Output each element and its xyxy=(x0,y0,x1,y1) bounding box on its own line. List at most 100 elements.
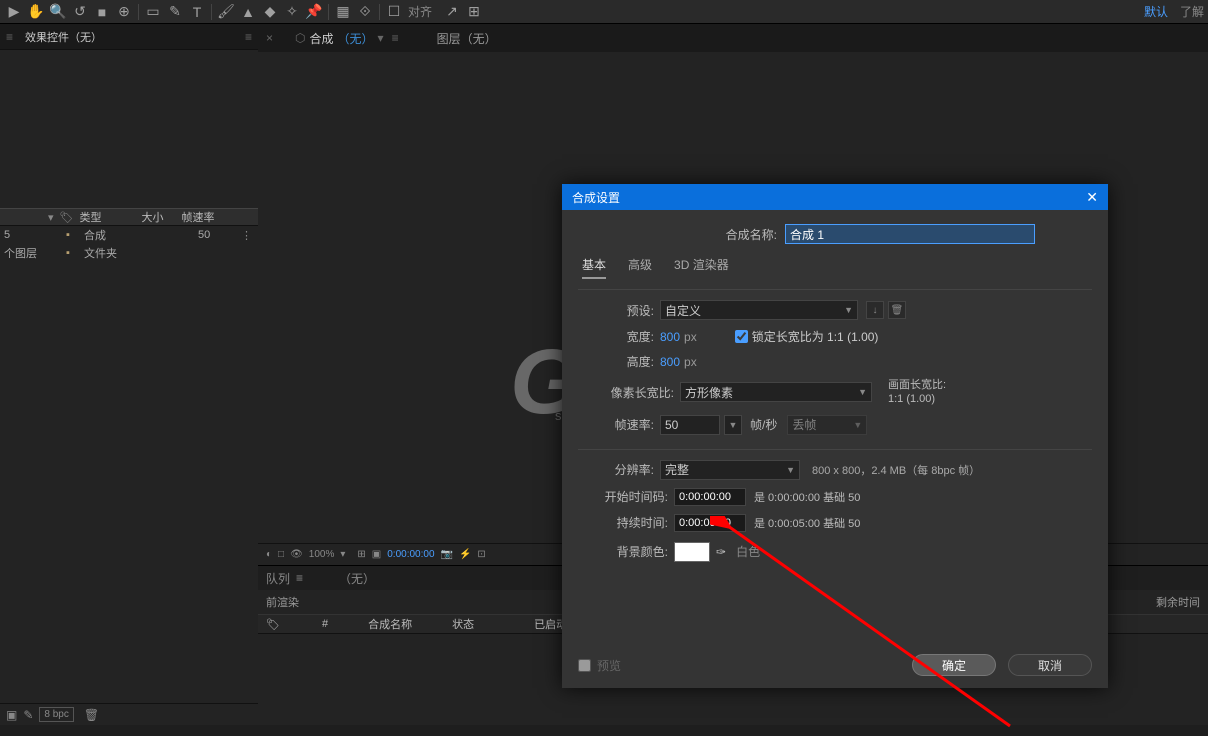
preview-checkbox-input[interactable] xyxy=(578,659,591,672)
dropdown-icon[interactable]: ▾ xyxy=(340,549,345,560)
project-row[interactable]: 5 ▪ 合成 50 ⋮ xyxy=(0,226,258,244)
bg-color-swatch[interactable] xyxy=(674,542,710,562)
rq-col-hash[interactable]: # xyxy=(322,618,328,630)
zoom-value[interactable]: 100% xyxy=(309,549,335,560)
cancel-button[interactable]: 取消 xyxy=(1008,654,1092,676)
framerate-dropdown[interactable]: 50 xyxy=(660,415,720,435)
project-footer: ▣ ✎ 8 bpc 🗑 xyxy=(0,703,258,725)
tab-3d-renderer[interactable]: 3D 渲染器 xyxy=(674,256,729,279)
footer-icon[interactable]: ⊞ xyxy=(357,549,365,560)
comp-tab-none: （无） xyxy=(338,30,374,47)
footer-icon[interactable]: 👁 xyxy=(290,549,303,560)
tab-basic[interactable]: 基本 xyxy=(582,256,606,279)
eraser-tool-icon[interactable]: ◆ xyxy=(260,2,280,22)
puppet-tool-icon[interactable]: 📌 xyxy=(304,2,324,22)
bg-color-label: 背景颜色: xyxy=(578,543,668,560)
row-type: 文件夹 xyxy=(84,245,117,261)
rq-none: （无） xyxy=(339,570,375,587)
preset-dropdown[interactable]: 自定义 ▼ xyxy=(660,300,858,320)
eyedropper-icon[interactable]: ✑ xyxy=(716,545,726,559)
hand-tool-icon[interactable]: ✋ xyxy=(26,2,46,22)
tag-column-icon[interactable]: 🏷 xyxy=(60,211,74,224)
trash-icon[interactable]: 🗑 xyxy=(84,708,99,722)
footer-icon[interactable]: ⚡ xyxy=(459,549,471,560)
project-row[interactable]: 个图层 ▪ 文件夹 xyxy=(0,244,258,262)
effect-controls-tab[interactable]: 效果控件（无） xyxy=(21,27,106,47)
pan-behind-tool-icon[interactable]: ⊕ xyxy=(114,2,134,22)
dropdown-icon[interactable]: ▾ xyxy=(378,31,384,45)
rect-tool-icon[interactable]: ▭ xyxy=(143,2,163,22)
comp-name-input[interactable] xyxy=(785,224,1035,244)
comp-name-label: 合成名称: xyxy=(635,226,777,243)
layer-tab[interactable]: 图层（无） xyxy=(437,30,497,47)
rq-current-render: 前渲染 xyxy=(266,594,299,610)
bpc-indicator[interactable]: 8 bpc xyxy=(39,707,73,722)
width-value[interactable]: 800 xyxy=(660,330,680,344)
preview-checkbox[interactable]: 预览 xyxy=(578,657,621,674)
row-fps: 50 xyxy=(198,229,210,241)
composition-tab[interactable]: ⬡ 合成 （无） ▾ ≡ xyxy=(295,30,399,47)
par-label: 像素长宽比: xyxy=(578,384,674,401)
rq-col-tag[interactable]: 🏷 xyxy=(266,618,282,631)
rq-tab[interactable]: 队列 xyxy=(266,570,290,587)
start-timecode-input[interactable]: 0:00:00:00 xyxy=(674,488,746,506)
panel-menu-icon[interactable]: ≡ xyxy=(6,30,13,44)
lock-aspect-checkbox[interactable]: 锁定长宽比为 1:1 (1.00) xyxy=(735,328,879,345)
dropframe-dropdown[interactable]: 丢帧 ▼ xyxy=(787,415,867,435)
align-label: 对齐 xyxy=(408,3,432,20)
footer-icon[interactable]: ✎ xyxy=(23,708,33,722)
separator xyxy=(379,4,380,20)
resolution-dropdown[interactable]: 完整 ▼ xyxy=(660,460,800,480)
fps-value: 50 xyxy=(665,418,678,432)
lock-aspect-input[interactable] xyxy=(735,330,748,343)
fps-label: 帧速率: xyxy=(578,416,654,433)
col-fps[interactable]: 帧速率 xyxy=(182,209,215,225)
snap-icon[interactable]: ⟐ xyxy=(355,2,375,22)
col-size[interactable]: 大小 xyxy=(142,209,182,225)
workspace-learn[interactable]: 了解 xyxy=(1180,3,1204,20)
align-toggle-icon[interactable]: ☐ xyxy=(384,2,404,22)
pen-tool-icon[interactable]: ✎ xyxy=(165,2,185,22)
col-type[interactable]: 类型 xyxy=(80,209,142,225)
footer-icon[interactable]: □ xyxy=(278,549,284,560)
camera-tool-icon[interactable]: ■ xyxy=(92,2,112,22)
fps-stepper[interactable]: ▼ xyxy=(724,415,742,435)
pixel-aspect-dropdown[interactable]: 方形像素 ▼ xyxy=(680,382,872,402)
brush-tool-icon[interactable]: 🖌 xyxy=(216,2,236,22)
zoom-tool-icon[interactable]: 🔍 xyxy=(48,2,68,22)
footer-icon[interactable]: ⊡ xyxy=(477,549,485,560)
clone-tool-icon[interactable]: ▲ xyxy=(238,2,258,22)
close-icon[interactable]: ✕ xyxy=(1086,189,1098,206)
footer-icon[interactable]: 📷 xyxy=(441,549,453,560)
footer-icon[interactable]: ▣ xyxy=(6,708,17,722)
grid-icon[interactable]: ▦ xyxy=(333,2,353,22)
height-value[interactable]: 800 xyxy=(660,355,680,369)
dialog-titlebar[interactable]: 合成设置 ✕ xyxy=(562,184,1108,210)
ok-button[interactable]: 确定 xyxy=(912,654,996,676)
footer-icon[interactable]: ▣ xyxy=(372,549,381,560)
snap-arrow-icon[interactable]: ↗ xyxy=(442,2,462,22)
time-display[interactable]: 0:00:00:00 xyxy=(387,549,434,560)
duration-label: 持续时间: xyxy=(578,514,668,531)
lock-icon: ⬡ xyxy=(295,31,305,45)
sort-arrow-icon[interactable]: ▾ xyxy=(48,211,54,224)
orbit-tool-icon[interactable]: ↺ xyxy=(70,2,90,22)
delete-preset-icon[interactable]: 🗑 xyxy=(888,301,906,319)
selection-tool-icon[interactable]: ▶ xyxy=(4,2,24,22)
duration-input[interactable]: 0:00:05:00 xyxy=(674,514,746,532)
roto-tool-icon[interactable]: ✧ xyxy=(282,2,302,22)
snap-misc-icon[interactable]: ⊞ xyxy=(464,2,484,22)
rq-menu-icon[interactable]: ≡ xyxy=(296,571,303,585)
rq-col-comp[interactable]: 合成名称 xyxy=(368,616,412,632)
tab-advanced[interactable]: 高级 xyxy=(628,256,652,279)
tree-icon: ⋮ xyxy=(241,229,252,242)
tab-close-icon[interactable]: × xyxy=(266,31,273,45)
footer-icon[interactable]: ◐ xyxy=(266,549,272,560)
effect-controls-panel xyxy=(0,50,258,208)
panel-menu-icon[interactable]: ≡ xyxy=(245,30,252,44)
save-preset-icon[interactable]: ↓ xyxy=(866,301,884,319)
tab-menu-icon[interactable]: ≡ xyxy=(392,31,399,45)
workspace-default[interactable]: 默认 xyxy=(1144,3,1168,20)
text-tool-icon[interactable]: T xyxy=(187,2,207,22)
rq-col-status[interactable]: 状态 xyxy=(452,616,474,632)
